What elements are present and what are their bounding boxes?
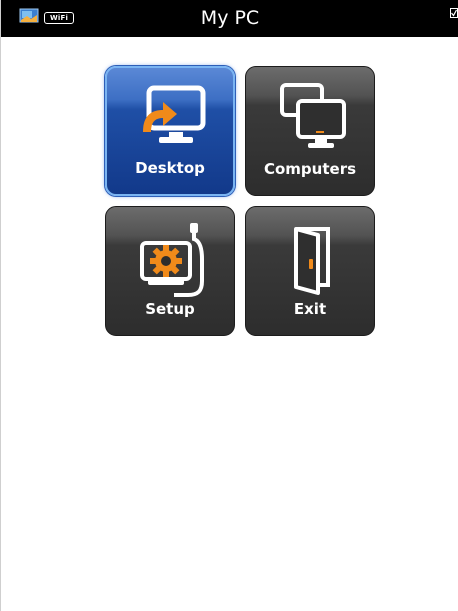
computers-button[interactable]: Computers [245, 66, 375, 196]
desktop-button[interactable]: Desktop [105, 66, 235, 196]
computers-icon [268, 79, 354, 159]
exit-button[interactable]: Exit [245, 206, 375, 336]
checkbox-icon [450, 3, 458, 18]
setup-label: Setup [145, 300, 195, 318]
status-bar: WiFi My PC [1, 0, 458, 37]
screen: WiFi My PC Desktop Computers Setup Exit [0, 0, 458, 611]
setup-button[interactable]: Setup [105, 206, 235, 336]
setup-icon [128, 219, 214, 299]
window-title: My PC [200, 7, 260, 29]
exit-icon [268, 219, 354, 299]
exit-label: Exit [293, 300, 327, 318]
desktop-label: Desktop [135, 159, 205, 177]
computers-label: Computers [263, 160, 357, 178]
desktop-icon [129, 80, 215, 160]
